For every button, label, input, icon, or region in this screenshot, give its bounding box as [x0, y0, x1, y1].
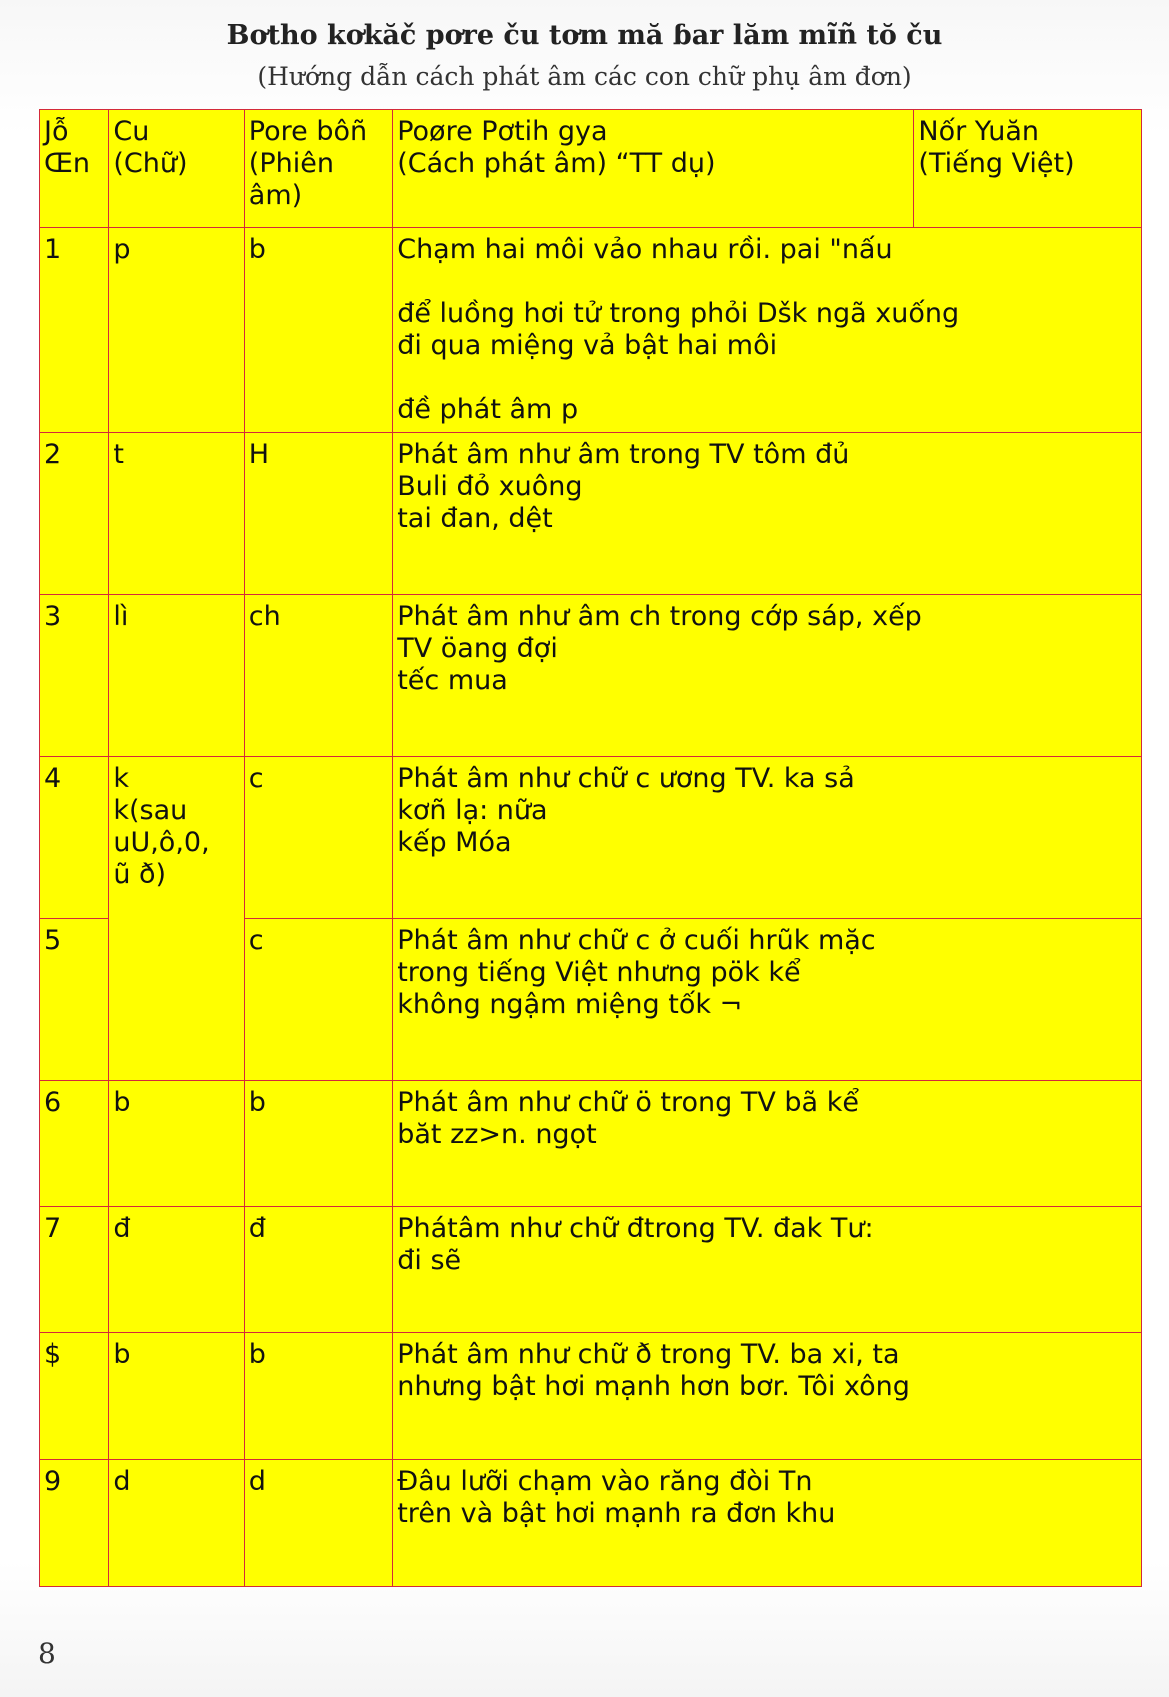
row-description: Phát âm như chữ c ương TV. ka sả kơñ lạ:…: [392, 756, 1142, 919]
row-description: Phát âm như âm trong TV tôm đủ Buli đỏ x…: [392, 432, 1142, 595]
consonant-table: Jỗ Œn Cu (Chữ) Pore bôñ (Phiên âm) Poøre…: [38, 109, 1142, 1587]
row-description: Phát âm như chữ c ở cuối hrũk mặc trong …: [392, 918, 1142, 1081]
column-header-pronunciation: Poøre Pơtih gya (Cách phát âm) “TT dụ): [392, 109, 915, 228]
page-number: 8: [38, 1637, 56, 1670]
row-description: Phát âm như âm ch trong cớp sáp, xếp TV …: [392, 594, 1142, 757]
row-description: Phát âm như chữ ð trong TV. ba xi, ta nh…: [392, 1332, 1142, 1460]
row-number: 2: [38, 432, 110, 595]
row-description: Phátâm như chữ đtrong TV. đak Tư: đi sẽ: [392, 1206, 1142, 1333]
row-number: 5: [38, 918, 110, 1081]
header-row: Jỗ Œn Cu (Chữ) Pore bôñ (Phiên âm) Poøre…: [38, 109, 1142, 228]
row-description: Chạm hai môi vảo nhau rồi. pai "nấu để l…: [392, 227, 1142, 433]
row-letter: k k(sau uU,ô,0, ũ ð): [108, 756, 245, 1081]
page-subtitle: (Hướng dẫn cách phát âm các con chữ phụ …: [257, 62, 912, 91]
row-number: 1: [38, 227, 110, 433]
column-header-vietnamese: Nốr Yuăn (Tiếng Việt): [913, 109, 1142, 228]
row-phonetic: c: [243, 756, 394, 919]
row-description: Đâu lưỡi chạm vào răng đòi Tn trên và bậ…: [392, 1459, 1142, 1587]
row-letter: đ: [108, 1206, 245, 1333]
row-letter: t: [108, 432, 245, 595]
column-header-letter: Cu (Chữ): [108, 109, 245, 228]
table-row: 4 k k(sau uU,ô,0, ũ ð) c Phát âm như chữ…: [38, 756, 1142, 1081]
row-number: 9: [38, 1459, 110, 1587]
table-row: 9 d d Đâu lưỡi chạm vào răng đòi Tn trên…: [38, 1459, 1142, 1587]
row-phonetic: H: [243, 432, 394, 595]
row-letter: b: [108, 1332, 245, 1460]
table-row: 1 p b Chạm hai môi vảo nhau rồi. pai "nấ…: [38, 227, 1142, 433]
row-phonetic: b: [243, 227, 394, 433]
row-phonetic: c: [243, 918, 394, 1081]
table-row: 3 lì ch Phát âm như âm ch trong cớp sáp,…: [38, 594, 1142, 757]
row-phonetic: b: [243, 1332, 394, 1460]
row-description: Phát âm như chữ ö trong TV bã kể băt zz>…: [392, 1080, 1142, 1207]
row-phonetic: d: [243, 1459, 394, 1587]
row-number: 6: [38, 1080, 110, 1207]
row-phonetic: đ: [243, 1206, 394, 1333]
page-title: Bơtho kơkăč pơre ču tơm mă ɓar lăm mĩñ t…: [226, 20, 943, 51]
table-row: 6 b b Phát âm như chữ ö trong TV bã kể b…: [38, 1080, 1142, 1207]
row-phonetic: b: [243, 1080, 394, 1207]
row-letter: lì: [108, 594, 245, 757]
column-header-number: Jỗ Œn: [38, 109, 110, 228]
column-header-phonetic: Pore bôñ (Phiên âm): [243, 109, 394, 228]
table-row: $ b b Phát âm như chữ ð trong TV. ba xi,…: [38, 1332, 1142, 1460]
row-number: 7: [38, 1206, 110, 1333]
row-letter: p: [108, 227, 245, 433]
row-number: 3: [38, 594, 110, 757]
table-row: 7 đ đ Phátâm như chữ đtrong TV. đak Tư: …: [38, 1206, 1142, 1333]
row-letter: b: [108, 1080, 245, 1207]
table-row: 2 t H Phát âm như âm trong TV tôm đủ Bul…: [38, 432, 1142, 595]
row-number: $: [38, 1332, 110, 1460]
row-phonetic: ch: [243, 594, 394, 757]
row-number: 4: [38, 756, 110, 919]
row-letter: d: [108, 1459, 245, 1587]
